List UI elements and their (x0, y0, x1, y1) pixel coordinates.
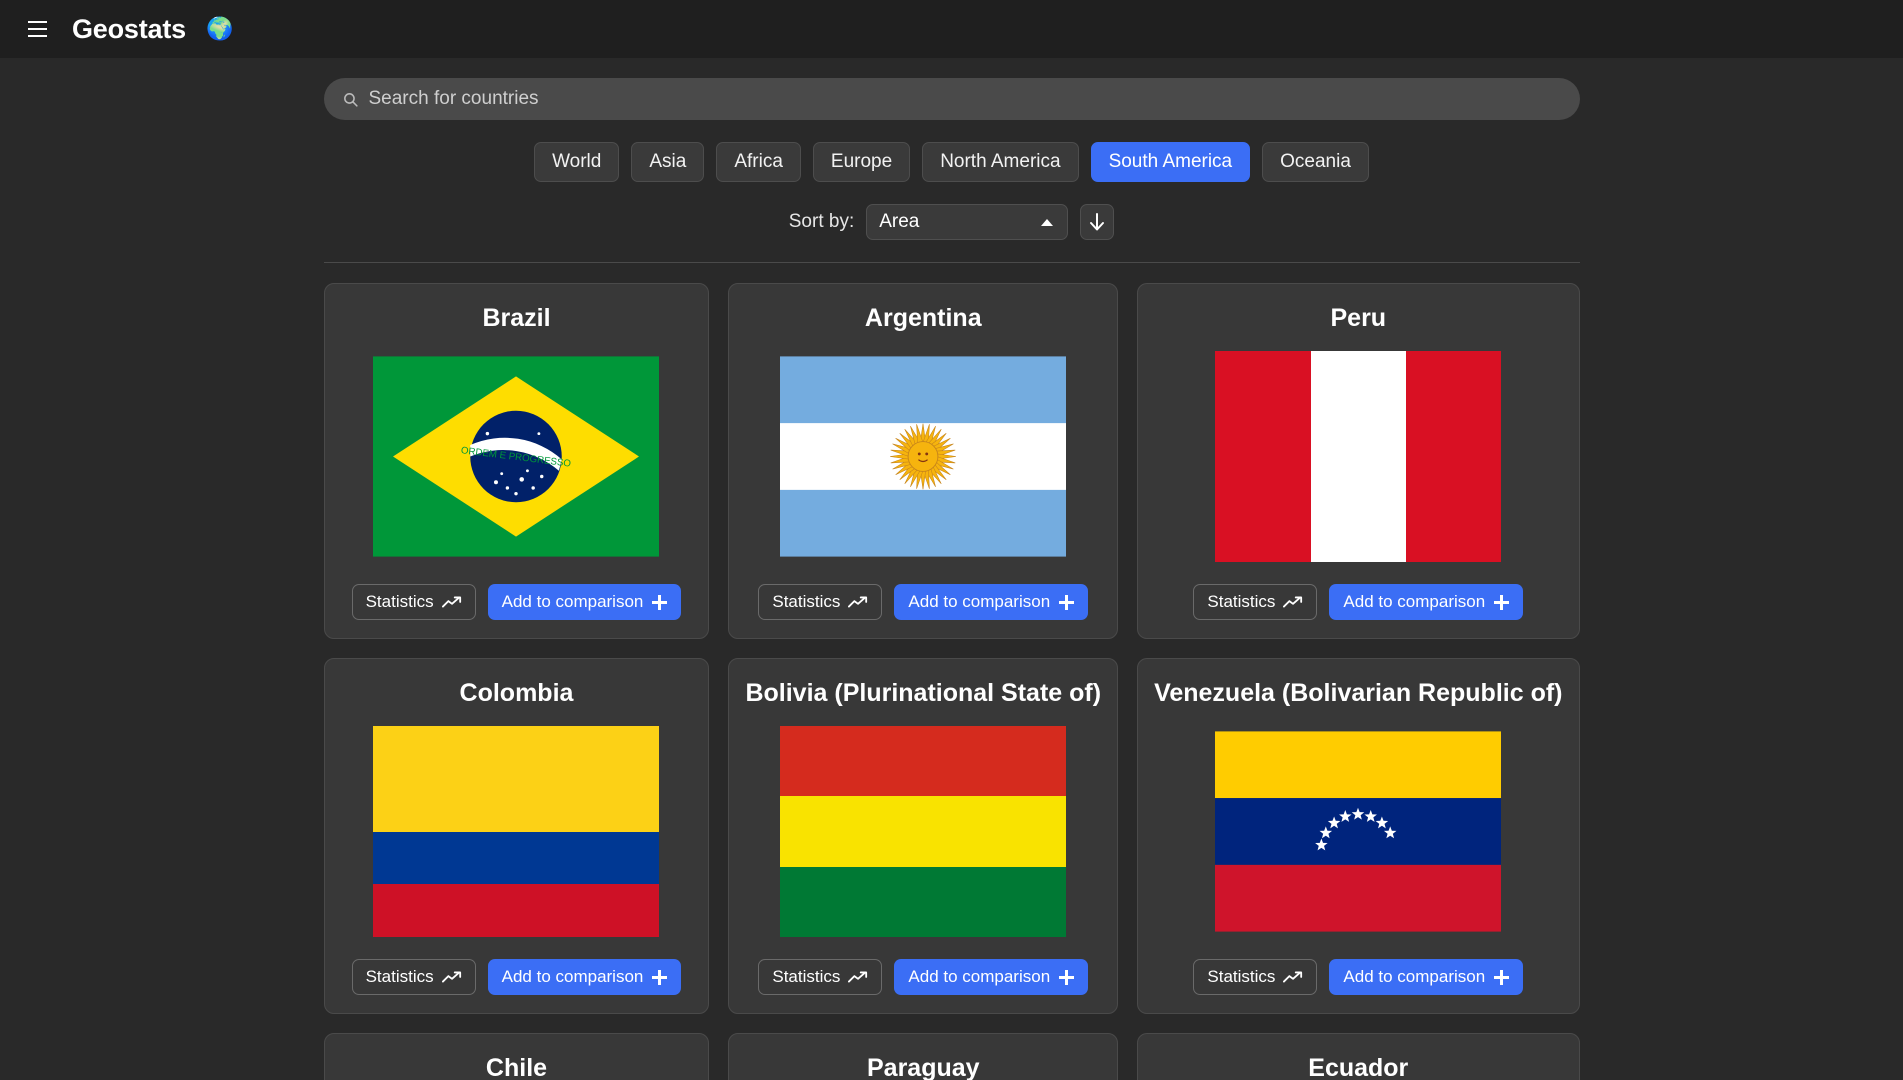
app-title: Geostats (72, 13, 186, 44)
add-to-comparison-label: Add to comparison (1343, 592, 1486, 611)
statistics-button[interactable]: Statistics (1193, 584, 1318, 620)
add-to-comparison-label: Add to comparison (908, 592, 1051, 611)
country-name: Venezuela (Bolivarian Republic of) (1154, 679, 1563, 707)
tab-world[interactable]: World (534, 142, 620, 182)
tab-north-america[interactable]: North America (922, 142, 1079, 182)
plus-icon (1059, 969, 1075, 985)
section-divider (323, 262, 1580, 263)
flag-venezuela-icon (1215, 726, 1502, 937)
add-to-comparison-button[interactable]: Add to comparison (894, 959, 1089, 995)
add-to-comparison-label: Add to comparison (501, 967, 644, 986)
country-name: Paraguay (866, 1054, 980, 1080)
chevron-up-icon (1041, 218, 1054, 226)
flag-brazil-icon: ORDEM E PROGRESSO (373, 351, 660, 562)
plus-icon (1494, 969, 1510, 985)
page-body: World Asia Africa Europe North America S… (0, 58, 1903, 1080)
statistics-label: Statistics (1207, 592, 1276, 611)
country-name: Colombia (459, 679, 574, 707)
country-card-grid: Brazil ORDEM E PROGRESSO Statistics Add … (323, 283, 1580, 1080)
add-to-comparison-button[interactable]: Add to comparison (487, 959, 682, 995)
country-card-chile[interactable]: Chile Statistics (323, 1033, 710, 1080)
content-column: World Asia Africa Europe North America S… (323, 78, 1580, 1080)
arrow-down-icon (1090, 213, 1105, 231)
card-actions: Statistics Add to comparison (758, 959, 1089, 995)
country-card-venezuela[interactable]: Venezuela (Bolivarian Republic of) Stati… (1137, 658, 1580, 1014)
country-card-brazil[interactable]: Brazil ORDEM E PROGRESSO Statistics Add … (323, 283, 710, 639)
flag-colombia-icon (373, 726, 660, 937)
sort-by-label: Sort by: (788, 211, 855, 232)
statistics-button[interactable]: Statistics (758, 959, 883, 995)
flag-argentina-icon (780, 351, 1067, 562)
sort-direction-button[interactable] (1080, 204, 1115, 240)
country-card-ecuador[interactable]: Ecuador Statistics (1137, 1033, 1580, 1080)
statistics-button[interactable]: Statistics (351, 584, 476, 620)
country-name: Bolivia (Plurinational State of) (745, 679, 1102, 707)
statistics-label: Statistics (772, 592, 841, 611)
plus-icon (652, 969, 668, 985)
flag-peru-icon (1215, 351, 1502, 562)
tab-asia[interactable]: Asia (631, 142, 705, 182)
plus-icon (1494, 594, 1510, 610)
statistics-label: Statistics (772, 967, 841, 986)
plus-icon (1059, 594, 1075, 610)
search-input[interactable] (368, 88, 1562, 110)
trending-up-icon (848, 596, 868, 608)
globe-emoji-icon: 🌍 (205, 16, 234, 41)
trending-up-icon (441, 596, 461, 608)
statistics-button[interactable]: Statistics (1193, 959, 1318, 995)
sort-by-value: Area (879, 211, 920, 232)
add-to-comparison-button[interactable]: Add to comparison (1329, 584, 1524, 620)
statistics-label: Statistics (365, 967, 434, 986)
country-name: Ecuador (1308, 1054, 1409, 1080)
app-header: Geostats 🌍 (0, 0, 1903, 58)
card-actions: Statistics Add to comparison (1193, 959, 1524, 995)
card-actions: Statistics Add to comparison (1193, 584, 1524, 620)
region-filter-tabs: World Asia Africa Europe North America S… (324, 142, 1580, 182)
statistics-label: Statistics (365, 592, 434, 611)
add-to-comparison-label: Add to comparison (501, 592, 644, 611)
add-to-comparison-button[interactable]: Add to comparison (487, 584, 682, 620)
search-icon (343, 92, 358, 107)
statistics-button[interactable]: Statistics (351, 959, 476, 995)
trending-up-icon (1283, 596, 1303, 608)
flag-bolivia-icon (780, 726, 1067, 937)
country-name: Chile (485, 1054, 548, 1080)
sort-controls: Sort by: Area (324, 204, 1580, 240)
country-name: Argentina (864, 304, 982, 332)
trending-up-icon (1283, 971, 1303, 983)
tab-oceania[interactable]: Oceania (1262, 142, 1369, 182)
country-card-argentina[interactable]: Argentina Statistics Add to comparison (728, 283, 1119, 639)
statistics-button[interactable]: Statistics (758, 584, 883, 620)
country-card-bolivia[interactable]: Bolivia (Plurinational State of) Statist… (728, 658, 1119, 1014)
country-card-peru[interactable]: Peru Statistics Add to comparison (1137, 283, 1580, 639)
country-name: Peru (1330, 304, 1387, 332)
add-to-comparison-label: Add to comparison (1343, 967, 1486, 986)
tab-europe[interactable]: Europe (812, 142, 911, 182)
add-to-comparison-button[interactable]: Add to comparison (894, 584, 1089, 620)
country-card-colombia[interactable]: Colombia Statistics Add to comparison (323, 658, 710, 1014)
card-actions: Statistics Add to comparison (351, 959, 682, 995)
tab-south-america[interactable]: South America (1090, 142, 1251, 182)
trending-up-icon (441, 971, 461, 983)
search-bar[interactable] (323, 78, 1580, 120)
add-to-comparison-label: Add to comparison (908, 967, 1051, 986)
card-actions: Statistics Add to comparison (351, 584, 682, 620)
trending-up-icon (848, 971, 868, 983)
statistics-label: Statistics (1207, 967, 1276, 986)
plus-icon (652, 594, 668, 610)
tab-africa[interactable]: Africa (716, 142, 801, 182)
country-card-paraguay[interactable]: Paraguay Statistics (728, 1033, 1119, 1080)
hamburger-menu-icon[interactable] (20, 12, 54, 46)
add-to-comparison-button[interactable]: Add to comparison (1329, 959, 1524, 995)
country-name: Brazil (482, 304, 551, 332)
card-actions: Statistics Add to comparison (758, 584, 1089, 620)
sort-by-select[interactable]: Area (866, 204, 1069, 240)
